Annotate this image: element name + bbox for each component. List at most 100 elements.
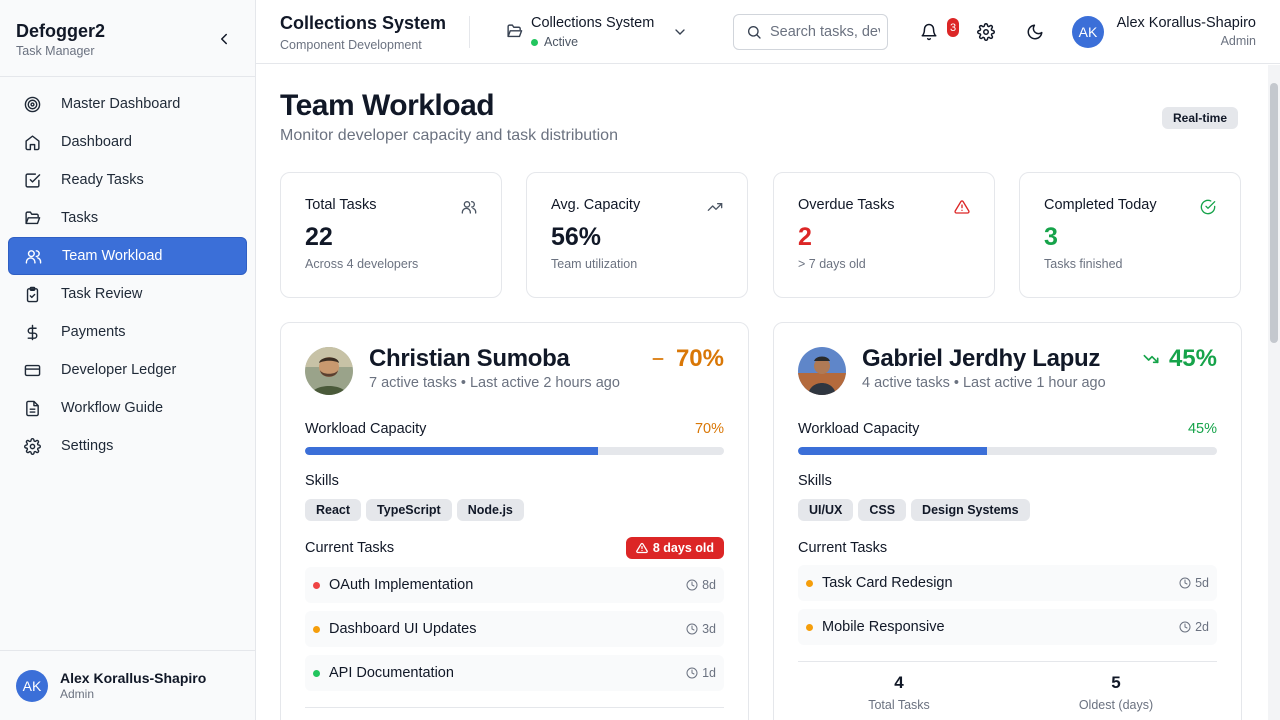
list-item[interactable]: Dashboard UI Updates 3d <box>305 611 724 647</box>
page-title: Team Workload <box>280 89 495 122</box>
sidebar-item-label: Dashboard <box>61 134 132 150</box>
summary-label: Total Tasks <box>868 698 930 712</box>
sidebar-item-task-review[interactable]: Task Review <box>8 275 247 313</box>
task-name: Dashboard UI Updates <box>329 621 477 637</box>
header-subtitle: Component Development <box>280 38 422 52</box>
target-icon <box>24 96 41 112</box>
notification-badge: 3 <box>947 18 959 37</box>
home-icon <box>25 134 40 150</box>
gear-icon[interactable] <box>977 23 995 41</box>
avatar <box>305 347 353 395</box>
skill-tag: React <box>305 499 362 521</box>
list-item[interactable]: API Documentation 1d <box>305 655 724 691</box>
stat-note: > 7 days old <box>798 257 866 271</box>
sidebar-user-role: Admin <box>60 687 95 701</box>
avatar[interactable]: AK <box>1072 16 1104 48</box>
task-age-value: 1d <box>702 666 716 680</box>
bell-icon[interactable] <box>920 23 938 41</box>
stat-value: 2 <box>798 223 812 251</box>
task-age-value: 5d <box>1195 576 1209 590</box>
sidebar-item-label: Ready Tasks <box>61 172 144 188</box>
alert-triangle-icon <box>954 200 970 214</box>
sidebar-item-developer-ledger[interactable]: Developer Ledger <box>8 351 247 389</box>
skill-tag: Design Systems <box>911 499 1030 521</box>
sidebar-user[interactable]: AK Alex Korallus-Shapiro Admin <box>0 650 255 720</box>
skills-label: Skills <box>305 473 339 489</box>
overdue-badge-label: 8 days old <box>652 541 714 555</box>
summary-oldest-days: 5 Oldest (days) <box>1036 673 1196 712</box>
alert-triangle-icon <box>636 542 648 554</box>
page-subtitle: Monitor developer capacity and task dist… <box>280 127 618 144</box>
sidebar-item-team-workload[interactable]: Team Workload <box>8 237 247 275</box>
priority-dot <box>313 581 320 589</box>
scrollbar[interactable] <box>1268 65 1280 720</box>
moon-icon[interactable] <box>1026 23 1044 41</box>
summary-total-tasks: 4 Total Tasks <box>819 673 979 712</box>
checkbox-icon <box>25 172 41 188</box>
avatar <box>798 347 846 395</box>
search-input[interactable] <box>770 24 880 40</box>
sidebar-item-ready-tasks[interactable]: Ready Tasks <box>8 161 247 199</box>
dollar-icon <box>27 324 38 340</box>
stat-card-total-tasks: Total Tasks 22 Across 4 developers <box>280 172 502 298</box>
sidebar-item-dashboard[interactable]: Dashboard <box>8 123 247 161</box>
clock-icon <box>686 579 698 591</box>
sidebar-item-label: Master Dashboard <box>61 96 181 112</box>
capacity-bar <box>798 447 1217 455</box>
stat-value: 3 <box>1044 223 1058 251</box>
summary-value: 5 <box>1111 673 1121 692</box>
realtime-badge: Real-time <box>1162 107 1239 129</box>
sidebar-item-payments[interactable]: Payments <box>8 313 247 351</box>
brand: Defogger2 Task Manager <box>0 0 255 77</box>
list-item[interactable]: OAuth Implementation 8d <box>305 567 724 603</box>
clock-icon <box>686 667 698 679</box>
sidebar-item-master-dashboard[interactable]: Master Dashboard <box>8 85 247 123</box>
header-user-name: Alex Korallus-Shapiro <box>1116 15 1256 31</box>
skills-label: Skills <box>798 473 832 489</box>
header-title: Collections System <box>280 13 447 33</box>
trending-down-icon <box>1143 354 1159 364</box>
sidebar-item-settings[interactable]: Settings <box>8 427 247 465</box>
search-box[interactable] <box>733 14 888 50</box>
overdue-badge: 8 days old <box>625 537 724 559</box>
sidebar-item-label: Payments <box>61 324 126 340</box>
task-name: OAuth Implementation <box>329 577 474 593</box>
list-item[interactable]: Mobile Responsive 2d <box>798 609 1217 645</box>
task-age-value: 8d <box>702 578 716 592</box>
skills-list: React TypeScript Node.js <box>305 499 524 521</box>
card-divider <box>798 661 1217 662</box>
chevron-left-icon[interactable] <box>215 30 233 48</box>
task-list: Task Card Redesign 5d Mobile Responsive … <box>798 565 1217 653</box>
capacity-bar <box>305 447 724 455</box>
skills-list: UI/UX CSS Design Systems <box>798 499 1030 521</box>
sidebar: Defogger2 Task Manager Master Dashboard … <box>0 0 256 720</box>
project-selector[interactable]: Collections System Active <box>506 13 690 53</box>
stat-card-avg-capacity: Avg. Capacity 56% Team utilization <box>526 172 748 298</box>
stat-label: Total Tasks <box>305 197 377 213</box>
sidebar-item-label: Workflow Guide <box>61 400 164 416</box>
stat-card-overdue: Overdue Tasks 2 > 7 days old <box>773 172 995 298</box>
minus-icon <box>652 358 664 360</box>
capacity-percent: 70% <box>650 345 724 373</box>
skill-tag: CSS <box>858 499 907 521</box>
list-item[interactable]: Task Card Redesign 5d <box>798 565 1217 601</box>
stat-label: Avg. Capacity <box>551 197 641 213</box>
task-age: 2d <box>1179 620 1209 634</box>
skill-tag: TypeScript <box>366 499 452 521</box>
task-list: OAuth Implementation 8d Dashboard UI Upd… <box>305 567 724 699</box>
header-user-role: Admin <box>1220 34 1256 48</box>
current-tasks-label: Current Tasks <box>305 540 395 556</box>
status-dot <box>531 38 538 46</box>
scrollbar-thumb[interactable] <box>1270 83 1278 343</box>
sidebar-item-tasks[interactable]: Tasks <box>8 199 247 237</box>
sidebar-item-workflow-guide[interactable]: Workflow Guide <box>8 389 247 427</box>
sidebar-item-label: Tasks <box>61 210 99 226</box>
header-divider <box>469 16 470 48</box>
task-age-value: 2d <box>1195 620 1209 634</box>
sidebar-item-label: Developer Ledger <box>61 362 177 378</box>
task-age: 1d <box>686 666 716 680</box>
capacity-bar-fill <box>798 447 987 455</box>
chevron-down-icon <box>675 29 685 35</box>
current-tasks-label: Current Tasks <box>798 540 888 556</box>
stat-note: Across 4 developers <box>305 257 419 271</box>
